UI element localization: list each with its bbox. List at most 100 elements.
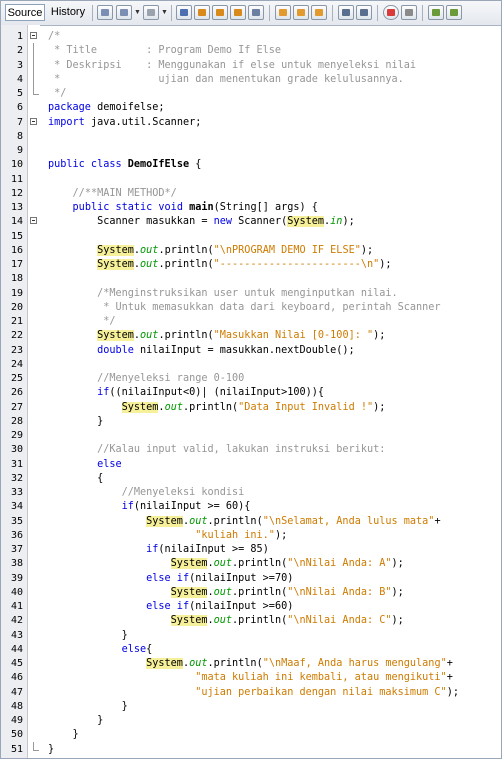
code-text[interactable]: } — [48, 699, 128, 714]
code-text[interactable]: * Title : Program Demo If Else — [48, 43, 281, 58]
code-text[interactable]: //Menyeleksi range 0-100 — [48, 371, 244, 386]
code-line[interactable]: 4 * ujian dan menentukan grade kelulusan… — [1, 71, 501, 87]
code-text[interactable]: "ujian perbaikan dengan nilai maksimum C… — [48, 685, 459, 700]
code-line[interactable]: 7 import java.util.Scanner; — [1, 115, 501, 130]
code-line[interactable]: 3 * Deskripsi : Menggunakan if else untu… — [1, 57, 501, 73]
code-text[interactable]: "kuliah ini."); — [48, 528, 287, 543]
tab-source[interactable]: Source — [5, 4, 45, 21]
toggle-highlight-icon[interactable] — [248, 5, 264, 20]
code-line[interactable]: 34 if(nilaiInput >= 60){ — [1, 499, 501, 514]
code-line[interactable]: 30 //Kalau input valid, lakukan instruks… — [1, 442, 501, 457]
last-edit-icon[interactable] — [97, 5, 113, 20]
code-text[interactable]: import java.util.Scanner; — [48, 115, 201, 130]
code-text[interactable]: } — [48, 727, 79, 742]
code-line[interactable]: 48 } — [1, 699, 501, 714]
code-line[interactable]: 14 Scanner masukkan = new Scanner(System… — [1, 214, 501, 229]
code-text[interactable]: package demoifelse; — [48, 100, 165, 115]
code-line[interactable]: 2 * Title : Program Demo If Else — [1, 43, 501, 59]
code-line[interactable]: 8 — [1, 129, 501, 144]
code-text[interactable]: System.out.println("Masukkan Nilai [0-10… — [48, 328, 385, 343]
code-line[interactable]: 35 System.out.println("\nSelamat, Anda l… — [1, 514, 501, 529]
code-line[interactable]: 20 * Untuk memasukkan data dari keyboard… — [1, 300, 501, 315]
code-line[interactable]: 37 if(nilaiInput >= 85) — [1, 542, 501, 557]
record-macro-icon[interactable] — [383, 5, 399, 20]
code-text[interactable]: * Untuk memasukkan data dari keyboard, p… — [48, 300, 440, 315]
code-text[interactable]: } — [48, 742, 54, 757]
code-text[interactable]: if(nilaiInput >= 85) — [48, 542, 269, 557]
code-line[interactable]: 18 — [1, 271, 501, 286]
code-text[interactable]: System.out.println("\nMaaf, Anda harus m… — [48, 656, 453, 671]
code-text[interactable]: System.out.println("Data Input Invalid !… — [48, 400, 385, 415]
next-bookmark-icon[interactable] — [293, 5, 309, 20]
code-line[interactable]: 21 */ — [1, 314, 501, 329]
code-line[interactable]: 17 System.out.println("-----------------… — [1, 257, 501, 272]
code-text[interactable]: } — [48, 414, 103, 429]
forward-dropdown-icon[interactable]: ▼ — [161, 9, 168, 16]
code-editor[interactable]: 1/* 2 * Title : Program Demo If Else 3 * D… — [1, 25, 501, 758]
back-icon[interactable] — [116, 5, 132, 20]
code-line[interactable]: 46 "mata kuliah ini kembali, atau mengik… — [1, 670, 501, 685]
code-line[interactable]: 42 System.out.println("\nNilai Anda: C")… — [1, 613, 501, 628]
forward-icon[interactable] — [143, 5, 159, 20]
previous-bookmark-icon[interactable] — [275, 5, 291, 20]
code-line[interactable]: 40 System.out.println("\nNilai Anda: B")… — [1, 585, 501, 600]
fold-toggle-icon[interactable] — [30, 117, 37, 125]
back-dropdown-icon[interactable]: ▼ — [134, 9, 141, 16]
code-line[interactable]: 39 else if(nilaiInput >=70) — [1, 571, 501, 586]
code-line[interactable]: 23 double nilaiInput = masukkan.nextDoub… — [1, 343, 501, 358]
code-line[interactable]: 50 } — [1, 727, 501, 742]
code-line[interactable]: 45 System.out.println("\nMaaf, Anda haru… — [1, 656, 501, 671]
code-line[interactable]: 24 — [1, 357, 501, 372]
tab-history[interactable]: History — [49, 4, 87, 21]
code-text[interactable]: /*Menginstruksikan user untuk menginputk… — [48, 286, 398, 301]
code-text[interactable]: * Deskripsi : Menggunakan if else untuk … — [48, 58, 416, 73]
code-text[interactable]: public static void main(String[] args) { — [48, 200, 318, 215]
code-line[interactable]: 33 //Menyeleksi kondisi — [1, 485, 501, 500]
code-line[interactable]: 6 package demoifelse; — [1, 100, 501, 115]
find-selection-icon[interactable] — [230, 5, 246, 20]
code-line[interactable]: 31 else — [1, 457, 501, 472]
code-line[interactable]: 22 System.out.println("Masukkan Nilai [0… — [1, 328, 501, 343]
code-line[interactable]: 43 } — [1, 628, 501, 643]
code-text[interactable]: "mata kuliah ini kembali, atau mengikuti… — [48, 670, 453, 685]
code-line[interactable]: 49 } — [1, 713, 501, 728]
find-next-icon[interactable] — [212, 5, 228, 20]
code-text[interactable]: * ujian dan menentukan grade kelulusanny… — [48, 72, 404, 87]
code-line[interactable]: 16 System.out.println("\nPROGRAM DEMO IF… — [1, 243, 501, 258]
code-text[interactable]: System.out.println("\nPROGRAM DEMO IF EL… — [48, 243, 373, 258]
code-text[interactable]: */ — [48, 314, 115, 329]
code-text[interactable]: System.out.println("--------------------… — [48, 257, 392, 272]
code-text[interactable]: /* — [48, 29, 60, 44]
code-line[interactable]: 44 else{ — [1, 642, 501, 657]
code-text[interactable]: System.out.println("\nNilai Anda: A"); — [48, 556, 404, 571]
shift-right-icon[interactable] — [356, 5, 372, 20]
code-text[interactable]: if(nilaiInput >= 60){ — [48, 499, 251, 514]
code-text[interactable]: } — [48, 628, 128, 643]
stop-macro-icon[interactable] — [401, 5, 417, 20]
code-text[interactable]: System.out.println("\nNilai Anda: B"); — [48, 585, 404, 600]
code-line[interactable]: 47 "ujian perbaikan dengan nilai maksimu… — [1, 685, 501, 700]
code-text[interactable]: { — [48, 471, 103, 486]
code-line[interactable]: 28 } — [1, 414, 501, 429]
code-line[interactable]: 36 "kuliah ini."); — [1, 528, 501, 543]
code-text[interactable]: //**MAIN METHOD*/ — [48, 186, 177, 201]
code-line[interactable]: 29 — [1, 428, 501, 443]
code-text[interactable]: double nilaiInput = masukkan.nextDouble(… — [48, 343, 355, 358]
code-line[interactable]: 11 — [1, 172, 501, 187]
find-previous-icon[interactable] — [194, 5, 210, 20]
code-line[interactable]: 25 //Menyeleksi range 0-100 — [1, 371, 501, 386]
code-text[interactable]: } — [48, 713, 103, 728]
code-text[interactable]: public class DemoIfElse { — [48, 157, 201, 172]
code-line[interactable]: 1 /* — [1, 29, 501, 44]
fold-toggle-icon[interactable] — [30, 217, 37, 225]
code-text[interactable]: Scanner masukkan = new Scanner(System.in… — [48, 214, 355, 229]
comment-icon[interactable] — [428, 5, 444, 20]
code-line[interactable]: 51} — [1, 741, 501, 757]
toggle-bookmark-icon[interactable] — [311, 5, 327, 20]
code-line[interactable]: 27 System.out.println("Data Input Invali… — [1, 400, 501, 415]
shift-left-icon[interactable] — [338, 5, 354, 20]
code-line[interactable]: 19 /*Menginstruksikan user untuk menginp… — [1, 286, 501, 301]
code-text[interactable]: else if(nilaiInput >=70) — [48, 571, 293, 586]
code-line[interactable]: 32 { — [1, 471, 501, 486]
find-icon[interactable] — [176, 5, 192, 20]
